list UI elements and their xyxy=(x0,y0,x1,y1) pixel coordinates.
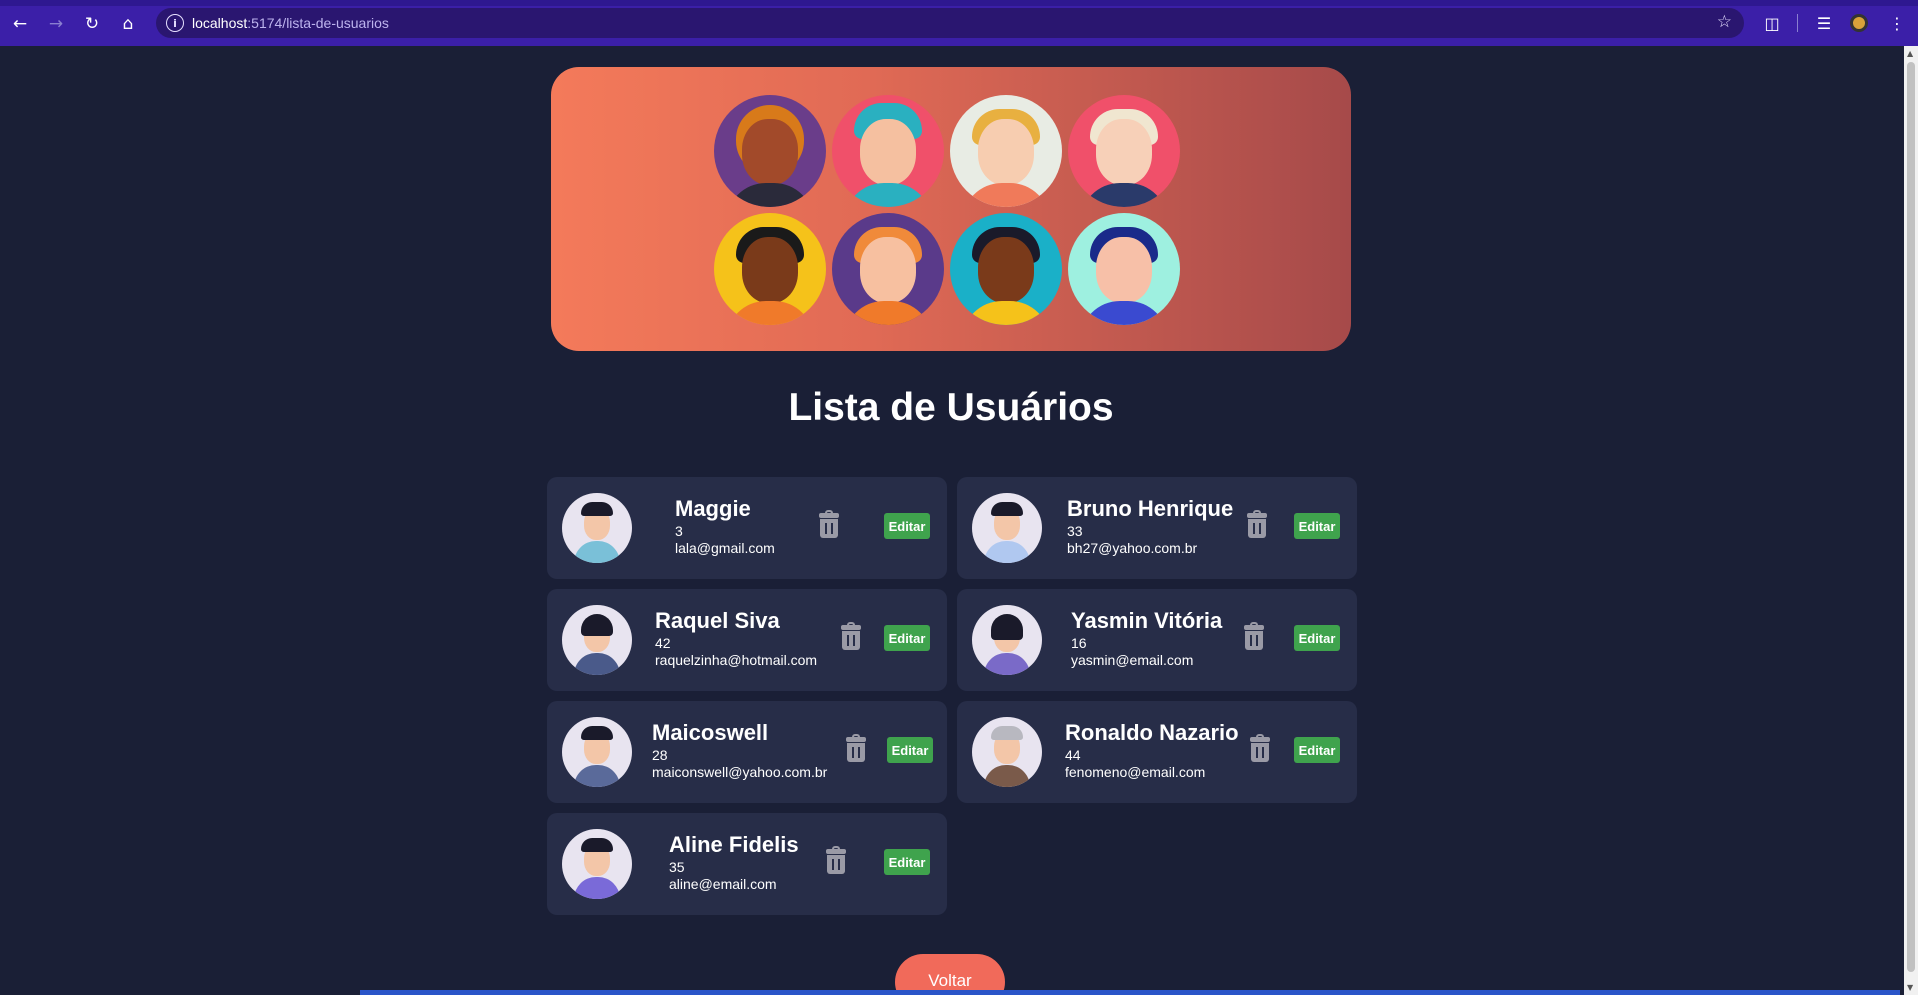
edit-button[interactable]: Editar xyxy=(1294,737,1340,763)
trash-icon[interactable] xyxy=(1249,734,1271,763)
scroll-down-icon[interactable]: ▼ xyxy=(1907,983,1913,992)
scrollbar[interactable]: ▲ ▼ xyxy=(1904,46,1918,995)
back-button[interactable]: Voltar xyxy=(895,954,1005,995)
user-card: Bruno Henrique 33 bh27@yahoo.com.br Edit… xyxy=(957,477,1357,579)
user-card: Maicoswell 28 maiconswell@yahoo.com.br E… xyxy=(547,701,947,803)
url-host: localhost xyxy=(192,15,248,31)
toolbar-divider xyxy=(1797,14,1798,32)
user-name: Bruno Henrique xyxy=(1067,496,1234,521)
taskbar-edge xyxy=(360,990,1900,995)
user-age: 35 xyxy=(669,859,685,875)
banner-avatar xyxy=(1068,95,1180,207)
users-banner xyxy=(551,67,1351,351)
edit-button[interactable]: Editar xyxy=(884,625,930,651)
user-avatar xyxy=(972,605,1042,675)
user-card: Maggie 3 lala@gmail.com Editar xyxy=(547,477,947,579)
user-avatar xyxy=(562,829,632,899)
user-email: yasmin@email.com xyxy=(1071,652,1194,668)
user-age: 33 xyxy=(1067,523,1083,539)
kebab-menu-icon[interactable]: ⋮ xyxy=(1885,12,1909,34)
user-email: fenomeno@email.com xyxy=(1065,764,1206,780)
user-age: 3 xyxy=(675,523,683,539)
edit-button[interactable]: Editar xyxy=(1294,625,1340,651)
user-name: Maicoswell xyxy=(652,720,769,745)
user-avatar xyxy=(972,493,1042,563)
user-name: Ronaldo Nazario xyxy=(1065,720,1239,745)
home-icon[interactable]: ⌂ xyxy=(116,12,140,36)
edit-button[interactable]: Editar xyxy=(884,849,930,875)
user-email: raquelzinha@hotmail.com xyxy=(655,652,818,668)
user-card: Yasmin Vitória 16 yasmin@email.com Edita… xyxy=(957,589,1357,691)
banner-avatar xyxy=(1068,213,1180,325)
info-icon[interactable]: i xyxy=(166,14,184,32)
user-age: 28 xyxy=(652,747,668,763)
puzzle-icon[interactable]: ◫ xyxy=(1760,12,1784,34)
url-text[interactable]: localhost:5174/lista-de-usuarios xyxy=(192,15,389,31)
banner-avatar xyxy=(950,213,1062,325)
trash-icon[interactable] xyxy=(825,846,847,875)
scrollbar-thumb[interactable] xyxy=(1907,62,1915,972)
edit-button[interactable]: Editar xyxy=(1294,513,1340,539)
user-avatar xyxy=(562,493,632,563)
trash-icon[interactable] xyxy=(840,622,862,651)
user-avatar xyxy=(562,717,632,787)
browser-toolbar: ← → ↻ ⌂ i localhost:5174/lista-de-usuari… xyxy=(0,0,1918,46)
edit-button[interactable]: Editar xyxy=(884,513,930,539)
trash-icon[interactable] xyxy=(1243,622,1265,651)
reload-icon[interactable]: ↻ xyxy=(80,12,104,36)
user-card: Ronaldo Nazario 44 fenomeno@email.com Ed… xyxy=(957,701,1357,803)
page-title: Lista de Usuários xyxy=(788,386,1114,429)
user-avatar xyxy=(972,717,1042,787)
user-name: Maggie xyxy=(675,496,751,521)
user-age: 42 xyxy=(655,635,671,651)
star-icon[interactable]: ☆ xyxy=(1717,12,1732,32)
address-bar[interactable]: i localhost:5174/lista-de-usuarios ☆ xyxy=(156,8,1744,38)
forward-icon[interactable]: → xyxy=(44,12,68,36)
user-name: Raquel Siva xyxy=(655,608,780,633)
scroll-up-icon[interactable]: ▲ xyxy=(1907,49,1913,58)
banner-avatar xyxy=(714,213,826,325)
banner-avatar xyxy=(714,95,826,207)
trash-icon[interactable] xyxy=(1246,510,1268,539)
user-name: Aline Fidelis xyxy=(669,832,799,857)
tab-strip xyxy=(0,0,1918,6)
back-icon[interactable]: ← xyxy=(8,12,32,36)
trash-icon[interactable] xyxy=(818,510,840,539)
profile-avatar[interactable] xyxy=(1850,14,1868,32)
banner-avatar xyxy=(832,95,944,207)
user-email: lala@gmail.com xyxy=(675,540,775,556)
url-path: :5174/lista-de-usuarios xyxy=(247,15,389,31)
trash-icon[interactable] xyxy=(845,734,867,763)
user-card: Aline Fidelis 35 aline@email.com Editar xyxy=(547,813,947,915)
banner-avatar xyxy=(832,213,944,325)
user-age: 44 xyxy=(1065,747,1081,763)
user-card: Raquel Siva 42 raquelzinha@hotmail.com E… xyxy=(547,589,947,691)
media-control-icon[interactable]: ☰ xyxy=(1812,12,1836,34)
user-name: Yasmin Vitória xyxy=(1071,608,1223,633)
banner-avatar xyxy=(950,95,1062,207)
user-age: 16 xyxy=(1071,635,1087,651)
user-email: aline@email.com xyxy=(669,876,777,892)
edit-button[interactable]: Editar xyxy=(887,737,933,763)
user-email: maiconswell@yahoo.com.br xyxy=(652,764,828,780)
user-avatar xyxy=(562,605,632,675)
user-email: bh27@yahoo.com.br xyxy=(1067,540,1198,556)
